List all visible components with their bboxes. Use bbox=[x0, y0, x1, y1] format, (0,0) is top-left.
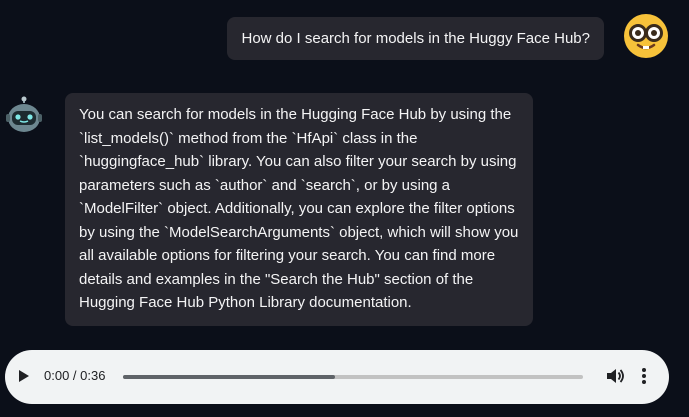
user-message-bubble: How do I search for models in the Huggy … bbox=[227, 17, 604, 60]
bot-message-text: You can search for models in the Hugging… bbox=[79, 106, 519, 311]
user-message-row: How do I search for models in the Huggy … bbox=[0, 14, 689, 67]
user-message-text: How do I search for models in the Huggy … bbox=[241, 30, 590, 47]
progress-bar[interactable] bbox=[123, 375, 583, 379]
nerd-face-emoji-icon bbox=[624, 14, 668, 58]
play-icon[interactable] bbox=[19, 370, 29, 382]
audio-player[interactable]: 0:00 / 0:36 bbox=[5, 350, 669, 404]
time-display: 0:00 / 0:36 bbox=[44, 368, 106, 383]
robot-icon bbox=[6, 96, 42, 132]
more-vertical-icon[interactable] bbox=[637, 365, 651, 387]
bot-message-bubble: You can search for models in the Hugging… bbox=[65, 93, 533, 326]
volume-icon[interactable] bbox=[605, 366, 625, 386]
progress-buffered bbox=[123, 375, 335, 379]
